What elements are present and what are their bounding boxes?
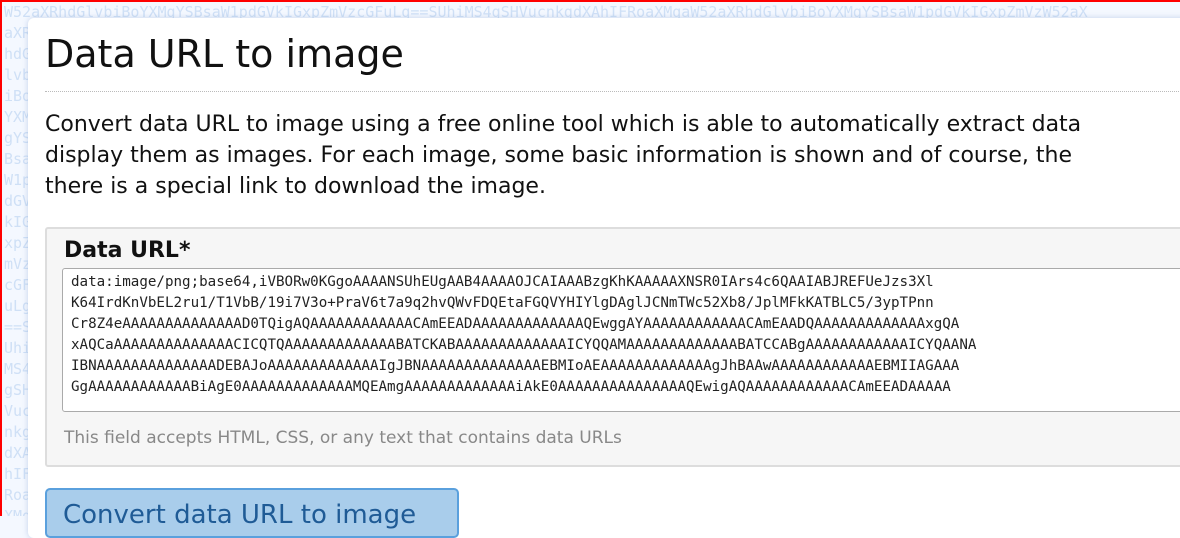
data-url-hint: This field accepts HTML, CSS, or any tex… (64, 428, 622, 448)
data-url-label: Data URL* (64, 238, 191, 263)
main-card: Data URL to image Convert data URL to im… (28, 18, 1180, 538)
data-url-textarea[interactable]: data:image/png;base64,iVBORw0KGgoAAAANSU… (62, 268, 1180, 412)
intro-line: there is a special link to download the … (45, 174, 546, 199)
intro-line: display them as images. For each image, … (45, 143, 1073, 168)
convert-button[interactable]: Convert data URL to image (45, 488, 459, 538)
intro-text: Convert data URL to image using a free o… (45, 109, 1081, 202)
page-title: Data URL to image (45, 32, 404, 76)
frame-border-left (0, 0, 2, 516)
intro-line: Convert data URL to image using a free o… (45, 112, 1082, 137)
data-url-fieldset: Data URL* data:image/png;base64,iVBORw0K… (45, 227, 1180, 467)
title-divider (45, 91, 1180, 92)
frame-border-top (0, 0, 1180, 2)
